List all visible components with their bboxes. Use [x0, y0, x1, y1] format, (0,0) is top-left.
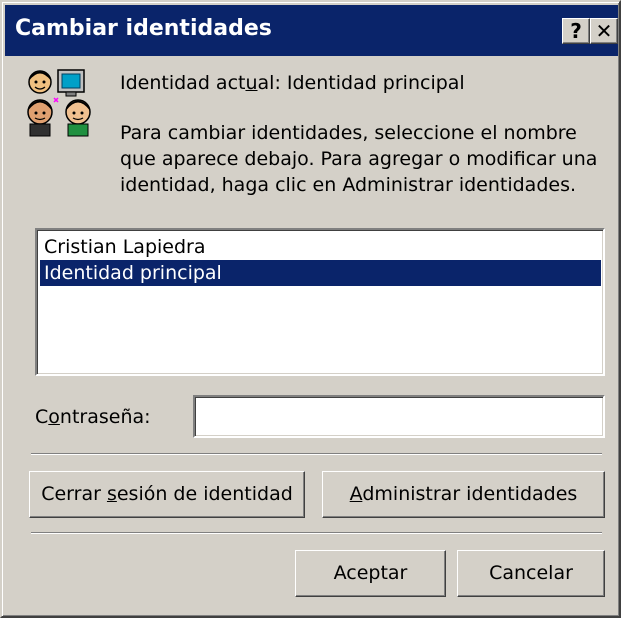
manage-identities-button[interactable]: Administrar identidades — [322, 471, 605, 518]
close-button[interactable]: ✕ — [590, 18, 618, 44]
change-identities-dialog: Cambiar identidades ? ✕ Identidad actual… — [0, 0, 621, 618]
ok-button[interactable]: Aceptar — [295, 550, 446, 597]
current-identity-text: Identidad actual: Identidad principal — [120, 72, 465, 94]
instructions-line-2: que aparece debajo. Para agregar o modif… — [120, 148, 598, 170]
cancel-button[interactable]: Cancelar — [457, 550, 605, 597]
instructions-line-1: Para cambiar identidades, seleccione el … — [120, 122, 577, 144]
list-item-selected[interactable]: Identidad principal — [40, 260, 601, 286]
list-item[interactable]: Cristian Lapiedra — [40, 234, 601, 260]
instructions-line-3: identidad, haga clic en Administrar iden… — [120, 174, 577, 196]
separator — [31, 453, 602, 455]
identities-icon — [22, 68, 102, 143]
identities-listbox[interactable]: Cristian Lapiedra Identidad principal — [35, 228, 605, 376]
help-button[interactable]: ? — [562, 18, 590, 44]
password-input[interactable] — [193, 395, 605, 438]
separator — [31, 532, 602, 534]
title-bar: Cambiar identidades ? ✕ — [5, 5, 618, 56]
window-title: Cambiar identidades — [15, 16, 272, 41]
password-label: Contraseña: — [35, 406, 151, 428]
logout-identity-button[interactable]: Cerrar sesión de identidad — [29, 471, 305, 518]
